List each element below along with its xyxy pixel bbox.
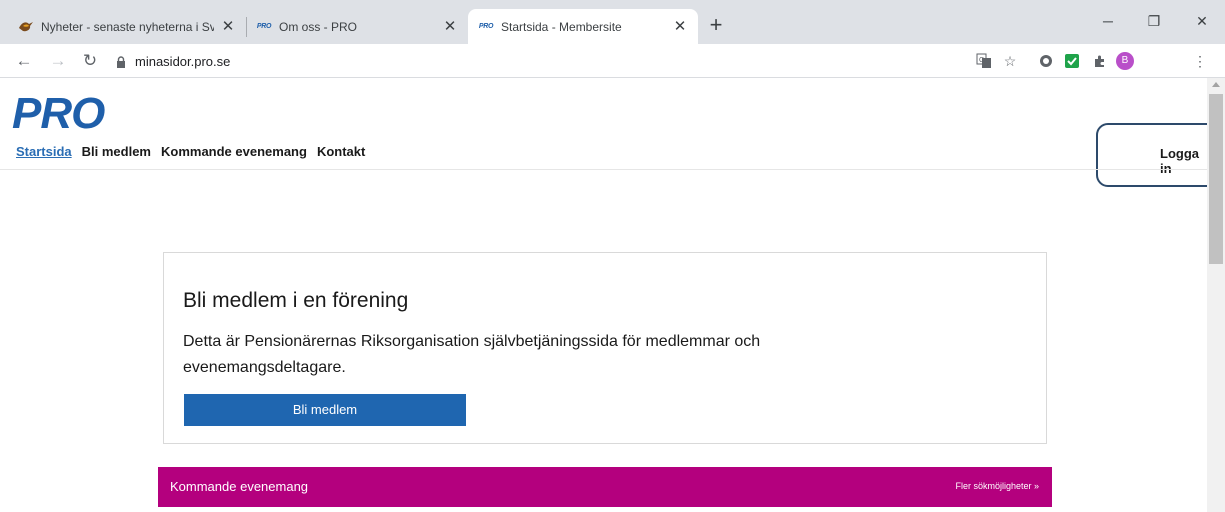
window-close-button[interactable]: ✕ [1179, 6, 1225, 36]
checkmark-extension-icon[interactable] [1062, 51, 1082, 71]
translate-icon[interactable]: G [974, 51, 994, 71]
close-icon[interactable]: ✕ [672, 18, 688, 35]
upcoming-events-header: Kommande evenemang Fler sökmöjligheter » [158, 467, 1052, 507]
new-tab-button[interactable]: + [703, 13, 729, 39]
nav-divider [0, 169, 1207, 170]
main-navigation: Startsida Bli medlem Kommande evenemang … [16, 144, 365, 159]
page-content: PRO Startsida Bli medlem Kommande evenem… [0, 78, 1207, 512]
pro-favicon-icon: PRO [256, 23, 272, 30]
close-icon[interactable]: ✕ [220, 18, 236, 35]
login-link[interactable]: Logga in [1160, 146, 1207, 176]
join-button[interactable]: Bli medlem [184, 394, 466, 426]
puzzle-extensions-icon[interactable] [1090, 51, 1110, 71]
reload-icon[interactable]: ↻ [78, 49, 102, 73]
kebab-menu-icon[interactable]: ⋮ [1190, 51, 1210, 71]
bird-favicon-icon [18, 19, 34, 35]
more-search-options-link[interactable]: Fler sökmöjligheter » [955, 481, 1039, 491]
nav-kommande-evenemang[interactable]: Kommande evenemang [161, 144, 307, 159]
restore-button[interactable]: ❐ [1131, 6, 1177, 36]
url-text: minasidor.pro.se [135, 53, 231, 69]
nav-startsida[interactable]: Startsida [16, 144, 72, 159]
bookmark-star-icon[interactable]: ☆ [1000, 51, 1020, 71]
card-description: Detta är Pensionärernas Riksorganisation… [183, 333, 761, 376]
membership-card: Bli medlem i en förening Detta är Pensio… [163, 252, 1047, 444]
scroll-up-arrow-icon[interactable] [1212, 82, 1220, 87]
address-bar[interactable]: minasidor.pro.se [108, 48, 1033, 74]
pro-favicon-icon: PRO [478, 23, 494, 30]
tab-nyheter[interactable]: Nyheter - senaste nyheterna i Sve ✕ [8, 9, 246, 44]
tab-om-oss[interactable]: PRO Om oss - PRO ✕ [246, 9, 468, 44]
pro-logo-image: PRO [12, 89, 106, 138]
events-title: Kommande evenemang [170, 479, 309, 494]
scroll-thumb[interactable] [1209, 94, 1223, 264]
avatar: B [1116, 52, 1134, 70]
page-scrollbar[interactable] [1207, 78, 1225, 512]
svg-text:PRO: PRO [12, 92, 105, 134]
nav-kontakt[interactable]: Kontakt [317, 144, 365, 159]
browser-tab-strip: Nyheter - senaste nyheterna i Sve ✕ PRO … [0, 0, 1225, 44]
tab-title: Startsida - Membersite [501, 19, 622, 34]
svg-text:G: G [979, 57, 984, 64]
card-title: Bli medlem i en förening [183, 289, 409, 312]
close-icon[interactable]: ✕ [442, 18, 458, 35]
minimize-button[interactable]: ─ [1085, 6, 1131, 36]
back-arrow-icon[interactable]: ← [12, 49, 36, 73]
lock-icon [116, 55, 126, 68]
pro-logo[interactable]: PRO [12, 89, 144, 138]
browser-toolbar: ← → ↻ minasidor.pro.se G ☆ B ⋮ [0, 44, 1225, 78]
tab-startsida[interactable]: PRO Startsida - Membersite ✕ [468, 9, 698, 44]
extension-circle-icon[interactable] [1036, 51, 1056, 71]
tab-title: Nyheter - senaste nyheterna i Sve [41, 19, 214, 34]
nav-bli-medlem[interactable]: Bli medlem [82, 144, 151, 159]
profile-avatar[interactable]: B [1115, 51, 1135, 71]
forward-arrow-icon[interactable]: → [46, 49, 70, 73]
tab-title: Om oss - PRO [279, 19, 358, 34]
